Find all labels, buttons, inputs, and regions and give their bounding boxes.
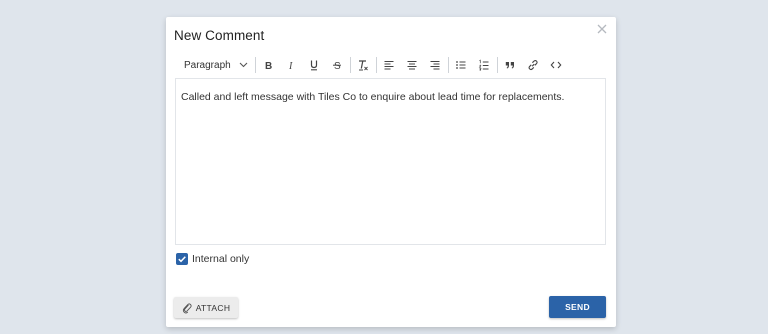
svg-text:I: I bbox=[288, 61, 293, 71]
blockquote-button[interactable] bbox=[499, 55, 522, 75]
underline-button[interactable] bbox=[303, 55, 326, 75]
strikethrough-icon: S bbox=[333, 61, 342, 71]
align-center-icon bbox=[407, 60, 417, 70]
close-icon[interactable] bbox=[596, 23, 608, 35]
editor-toolbar: Paragraph B I S bbox=[176, 55, 568, 75]
align-right-button[interactable] bbox=[424, 55, 447, 75]
block-format-label: Paragraph bbox=[184, 59, 231, 71]
attach-button[interactable]: ATTACH bbox=[174, 297, 238, 318]
new-comment-dialog: New Comment Paragraph B I S Called and l… bbox=[166, 17, 616, 327]
svg-text:B: B bbox=[265, 61, 272, 71]
comment-editor[interactable]: Called and left message with Tiles Co to… bbox=[175, 78, 606, 245]
numbered-list-icon bbox=[478, 59, 489, 71]
block-format-dropdown[interactable]: Paragraph bbox=[176, 55, 254, 75]
comment-text: Called and left message with Tiles Co to… bbox=[181, 91, 565, 103]
align-center-button[interactable] bbox=[401, 55, 424, 75]
bulleted-list-button[interactable] bbox=[450, 55, 473, 75]
toolbar-separator bbox=[447, 57, 449, 73]
checkbox-checked[interactable] bbox=[176, 253, 188, 265]
italic-button[interactable]: I bbox=[280, 55, 303, 75]
paperclip-icon bbox=[182, 302, 192, 313]
clear-formatting-icon bbox=[359, 60, 369, 71]
italic-icon: I bbox=[288, 61, 293, 71]
svg-text:S: S bbox=[334, 61, 341, 71]
internal-only-label: Internal only bbox=[192, 253, 250, 265]
chevron-down-icon bbox=[239, 62, 248, 68]
link-button[interactable] bbox=[522, 55, 545, 75]
blockquote-icon bbox=[506, 62, 515, 69]
toolbar-separator bbox=[375, 57, 377, 73]
attach-label: ATTACH bbox=[195, 302, 231, 313]
toolbar-separator bbox=[254, 57, 256, 73]
align-right-icon bbox=[430, 60, 440, 70]
underline-icon bbox=[311, 60, 318, 71]
link-icon bbox=[528, 60, 538, 71]
dialog-title: New Comment bbox=[174, 28, 265, 43]
numbered-list-button[interactable] bbox=[473, 55, 496, 75]
bold-icon: B bbox=[265, 61, 272, 71]
code-button[interactable] bbox=[545, 55, 568, 75]
checkmark-icon bbox=[178, 256, 186, 263]
strikethrough-button[interactable]: S bbox=[326, 55, 349, 75]
align-left-icon bbox=[384, 60, 394, 70]
bold-button[interactable]: B bbox=[257, 55, 280, 75]
clear-formatting-button[interactable] bbox=[352, 55, 375, 75]
code-icon bbox=[550, 61, 562, 69]
toolbar-separator bbox=[349, 57, 351, 73]
bulleted-list-icon bbox=[456, 61, 466, 69]
internal-only-checkbox[interactable]: Internal only bbox=[176, 253, 249, 265]
toolbar-separator bbox=[496, 57, 498, 73]
align-left-button[interactable] bbox=[378, 55, 401, 75]
send-label: SEND bbox=[565, 302, 590, 312]
send-button[interactable]: SEND bbox=[549, 296, 606, 318]
